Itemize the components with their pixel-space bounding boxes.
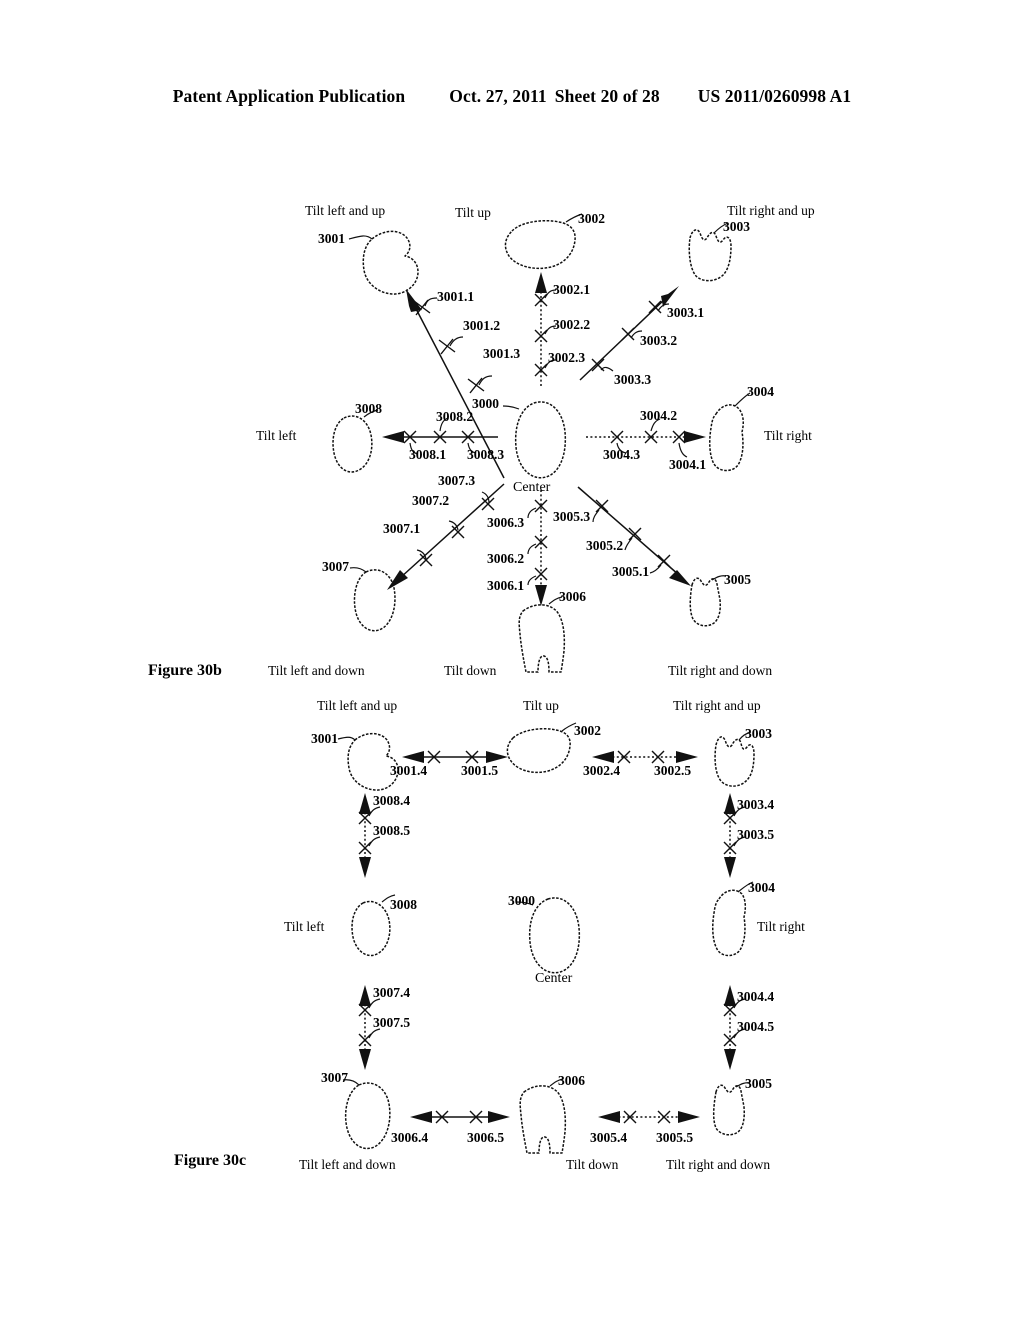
shape-30c-3001-outline [347, 732, 399, 791]
shape-30c-3004-outline [712, 889, 747, 957]
arrowhead-30c-3006-3007-left [410, 1111, 432, 1123]
arrowhead-30c-3005-3006-right [678, 1111, 700, 1123]
arrowhead-30c-3004-3005-up [724, 985, 736, 1006]
arrowhead-30c-3007-3008-up [359, 985, 371, 1006]
ref-30c-3003-5: 3003.5 [737, 827, 775, 842]
ref-30c-3006-5: 3006.5 [467, 1130, 505, 1145]
ref-30c-3004-5: 3004.5 [737, 1019, 775, 1034]
ref-30c-3005-4: 3005.4 [590, 1130, 628, 1145]
ref-30c-3006-4: 3006.4 [391, 1130, 429, 1145]
caption-30c-tilt-left-and-up: Tilt left and up [317, 698, 398, 713]
ref-30c-3002-5: 3002.5 [654, 763, 692, 778]
ref-30c-3008-4: 3008.4 [373, 793, 411, 808]
caption-30c-tilt-left: Tilt left [284, 919, 325, 934]
ref-30c-3003: 3003 [745, 726, 772, 741]
caption-30c-tilt-right-and-down: Tilt right and down [666, 1157, 771, 1172]
ref-30c-3005: 3005 [745, 1076, 772, 1091]
ref-30c-3002-4: 3002.4 [583, 763, 621, 778]
ticks-30c-3003-3004 [723, 811, 737, 855]
ticks-30c-3005-3006 [623, 1110, 671, 1124]
caption-30c-tilt-right: Tilt right [757, 919, 805, 934]
ticks-30c-3002-3003 [617, 750, 665, 764]
label-30c-center: Center [535, 971, 573, 986]
ticks-30c-3007-3008 [358, 1003, 372, 1047]
figure-30c-name: Figure 30c [174, 1152, 247, 1169]
ref-30c-3000: 3000 [508, 893, 535, 908]
ref-30c-3007: 3007 [321, 1070, 348, 1085]
ref-30c-3001-5: 3001.5 [461, 763, 499, 778]
arrowhead-30c-3008-3001-down [359, 857, 371, 878]
ref-30c-3008: 3008 [390, 897, 417, 912]
caption-30c-tilt-right-and-up: Tilt right and up [673, 698, 761, 713]
shape-30c-3000-outline [528, 897, 581, 974]
caption-30c-tilt-up: Tilt up [523, 698, 559, 713]
ref-30c-3003-4: 3003.4 [737, 797, 775, 812]
ref-30c-3004: 3004 [748, 880, 775, 895]
ref-30c-3001: 3001 [311, 731, 338, 746]
shape-30c-3007-outline [344, 1082, 391, 1150]
arrowhead-30c-3008-3001-up [359, 793, 371, 814]
figure-30c-graphics [337, 722, 755, 1154]
leader-30c-3001 [337, 736, 356, 741]
caption-30c-tilt-down: Tilt down [566, 1157, 619, 1172]
shape-30c-3003-outline [714, 736, 755, 787]
shape-30c-3006-outline [519, 1085, 567, 1154]
shape-30c-3008-outline [351, 900, 391, 957]
ref-30c-3002: 3002 [574, 723, 601, 738]
arrowhead-30c-3002-3003-left [592, 751, 614, 763]
ticks-30c-3008-3001 [358, 811, 372, 855]
arrowhead-30c-3001-3002-right [486, 751, 508, 763]
ref-30c-3008-5: 3008.5 [373, 823, 411, 838]
arrowhead-30c-3006-3007-right [488, 1111, 510, 1123]
shape-30c-3002-outline [506, 727, 571, 774]
ticks-30c-3004-3005 [723, 1003, 737, 1047]
shape-30c-3005-outline [712, 1084, 745, 1136]
ref-30c-3007-4: 3007.4 [373, 985, 411, 1000]
ref-30c-3007-5: 3007.5 [373, 1015, 411, 1030]
ref-30c-3005-5: 3005.5 [656, 1130, 694, 1145]
caption-30c-tilt-left-and-down: Tilt left and down [299, 1157, 396, 1172]
arrowhead-30c-3003-3004-up [724, 793, 736, 814]
ref-30c-3006: 3006 [558, 1073, 585, 1088]
arrowhead-30c-3001-3002-left [402, 751, 424, 763]
ref-30c-3001-4: 3001.4 [390, 763, 428, 778]
patent-drawing-page: Patent Application Publication Oct. 27, … [0, 0, 1024, 1320]
arrowhead-30c-3005-3006-left [598, 1111, 620, 1123]
arrowhead-30c-3002-3003-right [676, 751, 698, 763]
arrowhead-30c-3003-3004-down [724, 857, 736, 878]
ref-30c-3004-4: 3004.4 [737, 989, 775, 1004]
arrowhead-30c-3004-3005-down [724, 1049, 736, 1070]
arrowhead-30c-3007-3008-down [359, 1049, 371, 1070]
